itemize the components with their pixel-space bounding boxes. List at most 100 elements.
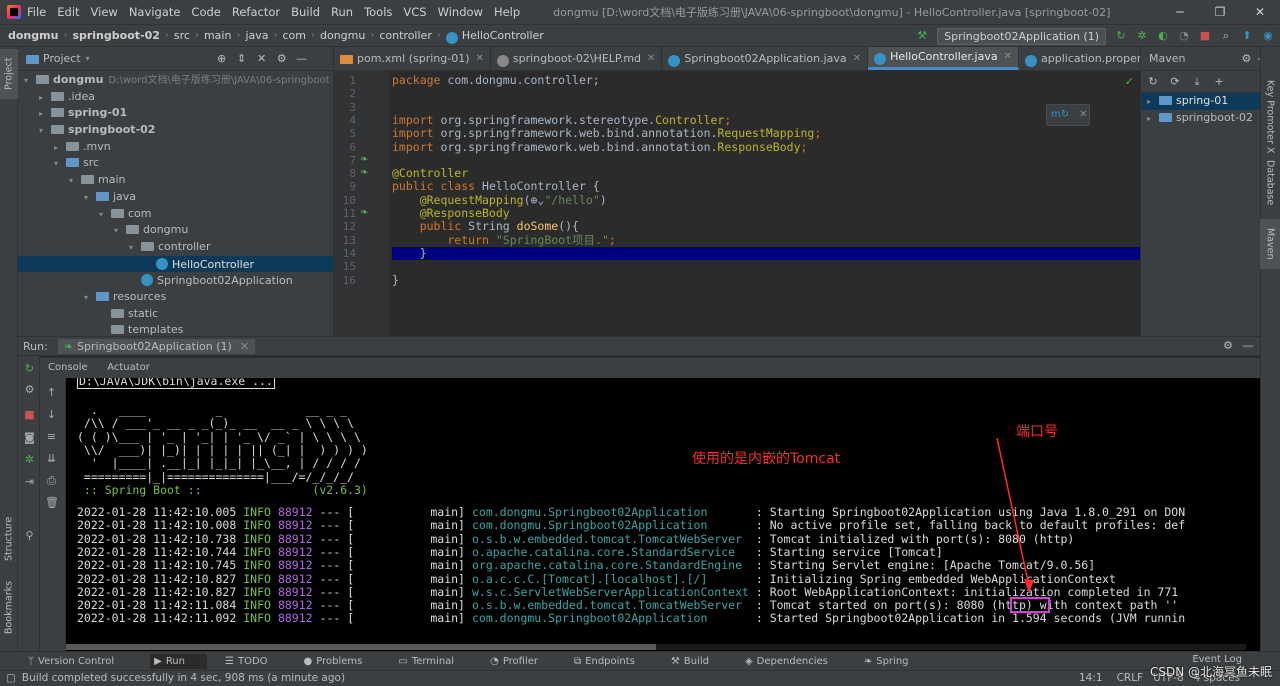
breadcrumb-item[interactable]: main	[204, 29, 231, 42]
rerun-icon[interactable]: ↻	[23, 362, 36, 375]
close-icon[interactable]: ✕	[647, 47, 655, 71]
up-arrow-icon[interactable]: ↑	[45, 386, 58, 399]
spring-bean-icon[interactable]: ❧	[360, 207, 368, 218]
scroll-to-end-icon[interactable]: ⇊	[45, 452, 58, 465]
close-icon[interactable]: ✕	[1004, 47, 1012, 69]
caret-position[interactable]: 14:1	[1079, 671, 1103, 686]
wrench-icon[interactable]: ⚙	[23, 383, 36, 396]
menu-item-build[interactable]: Build	[291, 5, 320, 19]
gear-icon[interactable]: ⚙	[1241, 52, 1251, 65]
chevron-down-icon[interactable]: ▾	[84, 290, 96, 307]
editor-tab[interactable]: HelloController.java ✕	[868, 47, 1019, 70]
generate-sources-icon[interactable]: ⟳	[1169, 75, 1181, 88]
tool-tab-problems[interactable]: ● Problems	[304, 656, 381, 667]
hide-icon[interactable]: —	[296, 52, 308, 65]
menu-item-view[interactable]: View	[91, 5, 118, 19]
locate-icon[interactable]: ⊕	[216, 52, 228, 65]
console-horizontal-scrollbar[interactable]	[66, 644, 1246, 650]
maximize-icon[interactable]: ❐	[1200, 0, 1240, 25]
close-icon[interactable]: ✕	[476, 47, 484, 71]
build-hammer-icon[interactable]: ⚒	[916, 30, 928, 42]
maven-tool-tab[interactable]: Maven	[1260, 219, 1280, 269]
spring-bean-icon[interactable]: ❧	[360, 167, 368, 178]
menu-item-edit[interactable]: Edit	[57, 5, 79, 19]
close-icon[interactable]: ✕	[1079, 109, 1087, 120]
breadcrumb-item[interactable]: java	[245, 29, 268, 42]
editor-tab[interactable]: springboot-02\HELP.md ✕	[491, 47, 663, 70]
menu-item-vcs[interactable]: VCS	[403, 5, 426, 19]
tree-item[interactable]: ▾ src	[18, 155, 333, 172]
gear-icon[interactable]: ⚙	[1222, 340, 1234, 352]
tab-console[interactable]: Console	[40, 358, 96, 380]
gear-icon[interactable]: ⚙	[276, 52, 288, 65]
editor-tab[interactable]: application.propertie	[1019, 47, 1140, 70]
tool-tab-version-control[interactable]: ᛘ Version Control	[28, 656, 132, 667]
tree-item[interactable]: ▾ dongmu D:\word文档\电子版练习册\JAVA\06-springbo…	[18, 72, 333, 89]
code-area[interactable]: package com.dongmu.controller; import org…	[392, 71, 1140, 336]
menu-item-refactor[interactable]: Refactor	[232, 5, 280, 19]
close-icon[interactable]: ✕	[853, 47, 861, 71]
run-config-tab[interactable]: ❧ Springboot02Application (1) ✕	[57, 338, 256, 354]
add-icon[interactable]: +	[1213, 75, 1225, 88]
search-everywhere-icon[interactable]: ⌕	[1220, 30, 1232, 42]
chevron-down-icon[interactable]: ▾	[114, 223, 126, 240]
tool-tab-todo[interactable]: ☰ TODO	[225, 656, 286, 667]
down-arrow-icon[interactable]: ↓	[45, 408, 58, 421]
bookmarks-tool-tab[interactable]: Bookmarks	[0, 577, 18, 637]
tool-tab-endpoints[interactable]: ⧉ Endpoints	[574, 656, 653, 667]
tree-item[interactable]: ▾ java	[18, 189, 333, 206]
collapse-all-icon[interactable]: ⇕	[236, 52, 248, 65]
menu-item-navigate[interactable]: Navigate	[129, 5, 181, 19]
tree-item[interactable]: ▾ controller	[18, 239, 333, 256]
exit-icon[interactable]: ⇥	[23, 475, 36, 488]
database-tool-tab[interactable]: Database	[1260, 153, 1280, 213]
trash-icon[interactable]: 🗑	[45, 496, 59, 509]
menu-item-help[interactable]: Help	[494, 5, 520, 19]
profiler-icon[interactable]: ◔	[1178, 30, 1190, 42]
project-tool-tab[interactable]: Project	[0, 49, 18, 99]
tool-tab-build[interactable]: ⚒ Build	[671, 656, 727, 667]
maven-project-item[interactable]: ▸ springboot-02	[1141, 110, 1260, 127]
close-icon[interactable]: ✕	[240, 340, 249, 353]
spring-bean-icon[interactable]: ❧	[360, 154, 368, 165]
console-output[interactable]: D:\JAVA\JDK\bin\java.exe ... . ____ _ __…	[66, 378, 1260, 651]
hide-icon[interactable]: —	[1242, 340, 1254, 352]
download-icon[interactable]: ⤓	[1191, 75, 1203, 88]
chevron-right-icon[interactable]: ▸	[39, 106, 51, 123]
menu-item-window[interactable]: Window	[438, 5, 483, 19]
line-separator[interactable]: CRLF	[1117, 671, 1144, 686]
chevron-down-icon[interactable]: ▾	[99, 207, 111, 224]
menu-item-run[interactable]: Run	[331, 5, 353, 19]
tree-item[interactable]: ▸ spring-01	[18, 105, 333, 122]
soft-wrap-icon[interactable]: ≡	[45, 430, 58, 443]
breadcrumb-item[interactable]: controller	[379, 29, 431, 42]
tree-item[interactable]: ▾ com	[18, 206, 333, 223]
camera-icon[interactable]: ◙	[23, 431, 36, 444]
chevron-right-icon[interactable]: ▸	[1147, 94, 1159, 111]
tool-tab-spring[interactable]: ❧ Spring	[864, 656, 927, 667]
chevron-right-icon[interactable]: ▸	[1147, 111, 1159, 128]
editor-tab[interactable]: pom.xml (spring-01) ✕	[334, 47, 491, 70]
close-icon[interactable]: ✕	[1240, 0, 1280, 25]
breadcrumb-item[interactable]: src	[174, 29, 190, 42]
print-icon[interactable]: ⎙	[45, 474, 58, 487]
structure-tool-tab[interactable]: Structure	[0, 509, 18, 569]
tree-item[interactable]: Springboot02Application	[18, 272, 333, 289]
stop-icon[interactable]: ■	[23, 408, 36, 421]
chevron-down-icon[interactable]: ▾	[129, 240, 141, 257]
maven-reload-popup[interactable]: m↻ ✕	[1046, 104, 1090, 126]
maven-project-item[interactable]: ▸ spring-01	[1141, 93, 1260, 110]
chevron-down-icon[interactable]: ▾	[24, 73, 36, 90]
breadcrumb-item[interactable]: dongmu	[8, 29, 58, 42]
chevron-down-icon[interactable]: ▾	[39, 123, 51, 140]
plugin-icon[interactable]: ◉	[1262, 30, 1274, 42]
chevron-right-icon[interactable]: ▸	[39, 90, 51, 107]
project-panel-title[interactable]: Project	[43, 52, 81, 65]
tool-tab-profiler[interactable]: ◔ Profiler	[490, 656, 556, 667]
tool-tab-run[interactable]: ▶ Run	[150, 653, 207, 669]
scrollbar-thumb[interactable]	[66, 644, 656, 650]
key-promoter-tool-tab[interactable]: Key Promoter X	[1260, 67, 1280, 167]
update-icon[interactable]: ⬆	[1241, 30, 1253, 42]
menu-item-tools[interactable]: Tools	[364, 5, 392, 19]
chevron-down-icon[interactable]: ▾	[54, 156, 66, 173]
